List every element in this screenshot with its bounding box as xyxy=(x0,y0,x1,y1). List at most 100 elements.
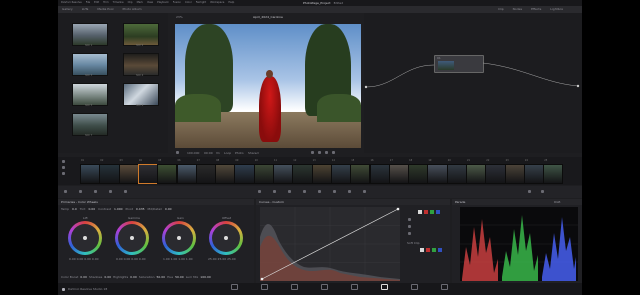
wheels-icon[interactable] xyxy=(94,190,97,193)
menu-item[interactable]: Edit xyxy=(94,1,99,5)
luts-tab[interactable]: LUTs xyxy=(82,7,89,11)
menu-item[interactable]: Playback xyxy=(157,1,169,5)
page-media-button[interactable]: Media xyxy=(223,284,245,295)
curve-point[interactable] xyxy=(396,207,400,211)
menu-item[interactable]: Color xyxy=(185,1,192,5)
temp-value[interactable]: 0.0 xyxy=(72,207,77,211)
page-fusion-button[interactable]: Fusion xyxy=(343,284,365,295)
still-thumb[interactable] xyxy=(72,83,108,106)
tracker-icon[interactable] xyxy=(318,190,321,193)
info-icon[interactable] xyxy=(541,190,544,193)
red-channel-swatch[interactable] xyxy=(424,210,428,214)
media-pool-tab[interactable]: Media Pool xyxy=(97,7,113,11)
scope-mode[interactable]: RGB xyxy=(554,200,560,204)
timeline-clip[interactable]: 20 xyxy=(446,159,467,184)
page-color-button[interactable]: Color xyxy=(373,284,395,295)
timeline-clip[interactable]: 04 xyxy=(137,159,159,184)
page-photo-button[interactable]: Photo xyxy=(253,284,275,295)
timeline-clip[interactable]: 15 xyxy=(350,159,371,184)
loop-toggle[interactable]: Loop xyxy=(224,151,231,155)
menu-item[interactable]: Timeline xyxy=(113,1,124,5)
saturation-value[interactable]: 50.00 xyxy=(156,275,165,279)
tint-value[interactable]: 0.00 xyxy=(88,207,95,211)
curves-icon[interactable] xyxy=(258,190,261,193)
photo-album-tab[interactable]: Photo Album xyxy=(122,7,141,11)
timeline-clip[interactable]: 08 xyxy=(215,159,236,184)
green-channel-swatch[interactable] xyxy=(430,210,434,214)
zoom-level[interactable]: 23% xyxy=(176,15,183,19)
menu-item[interactable]: Fairlight xyxy=(196,1,206,5)
timeline-clip[interactable]: 16 xyxy=(369,159,390,184)
timeline-clip[interactable]: 18 xyxy=(408,159,429,184)
lift-puck[interactable] xyxy=(83,236,87,240)
play-icon[interactable] xyxy=(318,151,321,154)
page-edit-button[interactable]: Edit xyxy=(313,284,335,295)
timeline-clip[interactable]: 06 xyxy=(176,159,197,184)
shadows-value[interactable]: 0.00 xyxy=(104,275,111,279)
timeline-clip[interactable]: 12 xyxy=(292,159,313,184)
lift-wheel[interactable] xyxy=(68,221,102,255)
pivot-value[interactable]: 0.435 xyxy=(136,207,145,211)
next-icon[interactable] xyxy=(325,151,328,154)
rgb-mixer-icon[interactable] xyxy=(109,190,112,193)
hue-value[interactable]: 50.00 xyxy=(175,275,184,279)
timeline-clip[interactable]: 01 xyxy=(80,159,101,184)
gamma-wheel[interactable] xyxy=(115,221,149,255)
timeline-clip[interactable]: 21 xyxy=(466,159,487,184)
menu-item[interactable]: Clip xyxy=(128,1,133,5)
timeline-clip[interactable]: 03 xyxy=(118,159,139,184)
lum-mix-value[interactable]: 100.00 xyxy=(200,275,211,279)
photo-mode[interactable]: Photo xyxy=(235,151,244,155)
track-icon[interactable] xyxy=(62,172,65,175)
timeline-clip[interactable]: 10 xyxy=(253,159,274,184)
detail-value[interactable]: 0.00 xyxy=(165,207,172,211)
menu-item[interactable]: Mark xyxy=(137,1,143,5)
camera-raw-icon[interactable] xyxy=(64,190,67,193)
timeline-clip[interactable]: 25 xyxy=(543,159,564,184)
timeline-clip[interactable]: 24 xyxy=(523,159,545,184)
sizing-icon[interactable] xyxy=(363,190,366,193)
key-icon[interactable] xyxy=(348,190,351,193)
timeline-clip[interactable]: 14 xyxy=(330,159,352,184)
gamma-puck[interactable] xyxy=(130,236,134,240)
timeline-clip[interactable]: 02 xyxy=(99,159,120,184)
contrast-value[interactable]: 1.000 xyxy=(114,207,123,211)
warper-icon[interactable] xyxy=(273,190,276,193)
timeline-clip[interactable]: 23 xyxy=(504,159,525,184)
effects-tab[interactable]: Effects xyxy=(531,7,541,11)
edit-icon[interactable] xyxy=(408,225,411,228)
menu-item[interactable]: Trim xyxy=(103,1,109,5)
timeline-clip[interactable]: 05 xyxy=(157,159,178,184)
offset-wheel[interactable] xyxy=(209,221,243,255)
page-cut-button[interactable]: Cut xyxy=(283,284,305,295)
menu-item[interactable]: DaVinci Resolve xyxy=(61,1,82,5)
edit-icon[interactable] xyxy=(408,232,411,235)
edit-icon[interactable] xyxy=(408,218,411,221)
nodes-toggle[interactable]: Nodes xyxy=(513,7,522,11)
menu-item[interactable]: Fusion xyxy=(173,1,181,5)
lightbox-tab[interactable]: Lightbox xyxy=(550,7,563,11)
shared-mode[interactable]: Shared xyxy=(248,151,259,155)
offset-puck[interactable] xyxy=(224,236,228,240)
node-editor[interactable]: 01 xyxy=(364,13,582,153)
timeline-clip[interactable]: 09 xyxy=(234,159,255,184)
gallery-tab[interactable]: Gallery xyxy=(62,7,73,11)
color-match-icon[interactable] xyxy=(79,190,82,193)
viewer-image[interactable] xyxy=(175,24,361,148)
highlights-value[interactable]: 0.00 xyxy=(130,275,137,279)
clip-toggle[interactable]: Clip xyxy=(498,7,504,11)
still-thumb[interactable] xyxy=(72,53,108,76)
prev-icon[interactable] xyxy=(311,151,314,154)
page-deliver-button[interactable]: Deliver xyxy=(433,284,455,295)
timeline-clip[interactable]: 07 xyxy=(195,159,217,184)
soft-clip-blue[interactable] xyxy=(438,248,442,252)
gain-wheel[interactable] xyxy=(162,221,196,255)
qualifier-icon[interactable] xyxy=(288,190,291,193)
curve-point[interactable] xyxy=(260,277,264,281)
blur-icon[interactable] xyxy=(333,190,336,193)
still-thumb[interactable] xyxy=(123,53,159,76)
timeline-clip[interactable]: 17 xyxy=(388,159,410,184)
soft-clip-green[interactable] xyxy=(432,248,436,252)
timeline-clip[interactable]: 19 xyxy=(427,159,448,184)
still-thumb[interactable] xyxy=(123,83,159,106)
